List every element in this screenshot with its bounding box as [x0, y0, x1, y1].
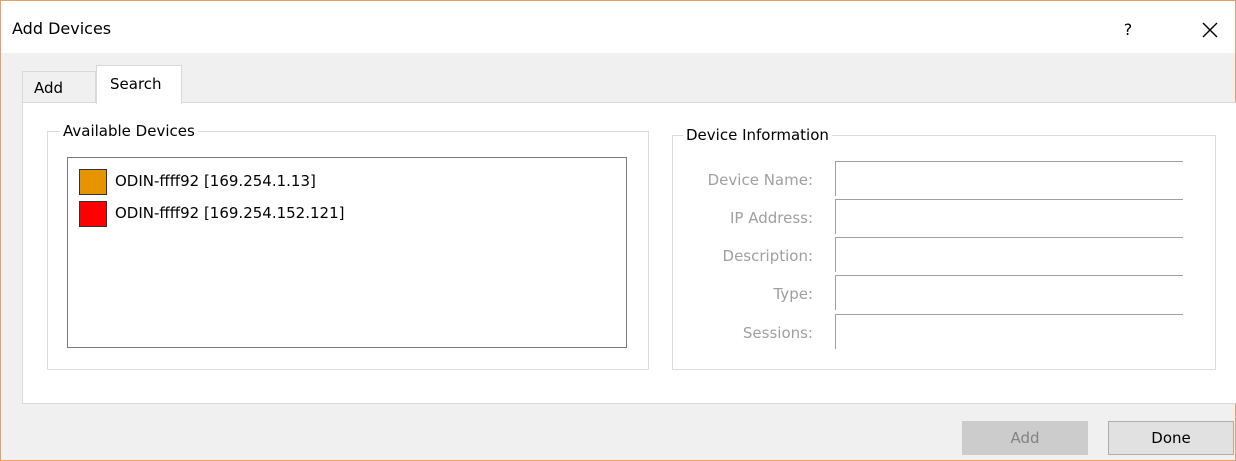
device-information-label: Device Information [683, 126, 832, 144]
done-button[interactable]: Done [1108, 421, 1234, 455]
device-status-icon [79, 169, 107, 195]
sessions-label: Sessions: [742, 324, 813, 342]
ip-address-label: IP Address: [729, 209, 813, 227]
close-icon [1202, 22, 1218, 38]
ip-address-field[interactable] [835, 199, 1183, 234]
available-devices-label: Available Devices [60, 122, 198, 140]
device-name-field[interactable] [835, 161, 1183, 196]
tab-add-label: Add [34, 79, 64, 97]
dialog-title: Add Devices [12, 19, 112, 38]
sessions-field[interactable] [835, 314, 1183, 349]
close-button[interactable] [1195, 15, 1225, 45]
description-label: Description: [722, 247, 813, 265]
help-button[interactable]: ? [1113, 15, 1143, 45]
description-field[interactable] [835, 237, 1183, 272]
type-field[interactable] [835, 275, 1183, 310]
tab-search-label: Search [110, 75, 162, 93]
device-label: ODIN-ffff92 [169.254.152.121] [115, 204, 345, 222]
add-devices-dialog: Add Devices ? Add Search Available Devic… [0, 0, 1236, 461]
type-label: Type: [773, 285, 813, 303]
device-status-icon [79, 201, 107, 227]
title-bar: Add Devices ? [1, 1, 1235, 53]
tab-search[interactable]: Search [96, 65, 182, 104]
device-name-label: Device Name: [707, 171, 813, 189]
add-button[interactable]: Add [962, 421, 1088, 455]
tab-add[interactable]: Add [22, 71, 96, 103]
device-label: ODIN-ffff92 [169.254.1.13] [115, 172, 316, 190]
available-devices-list[interactable]: ODIN-ffff92 [169.254.1.13] ODIN-ffff92 [… [67, 157, 627, 348]
